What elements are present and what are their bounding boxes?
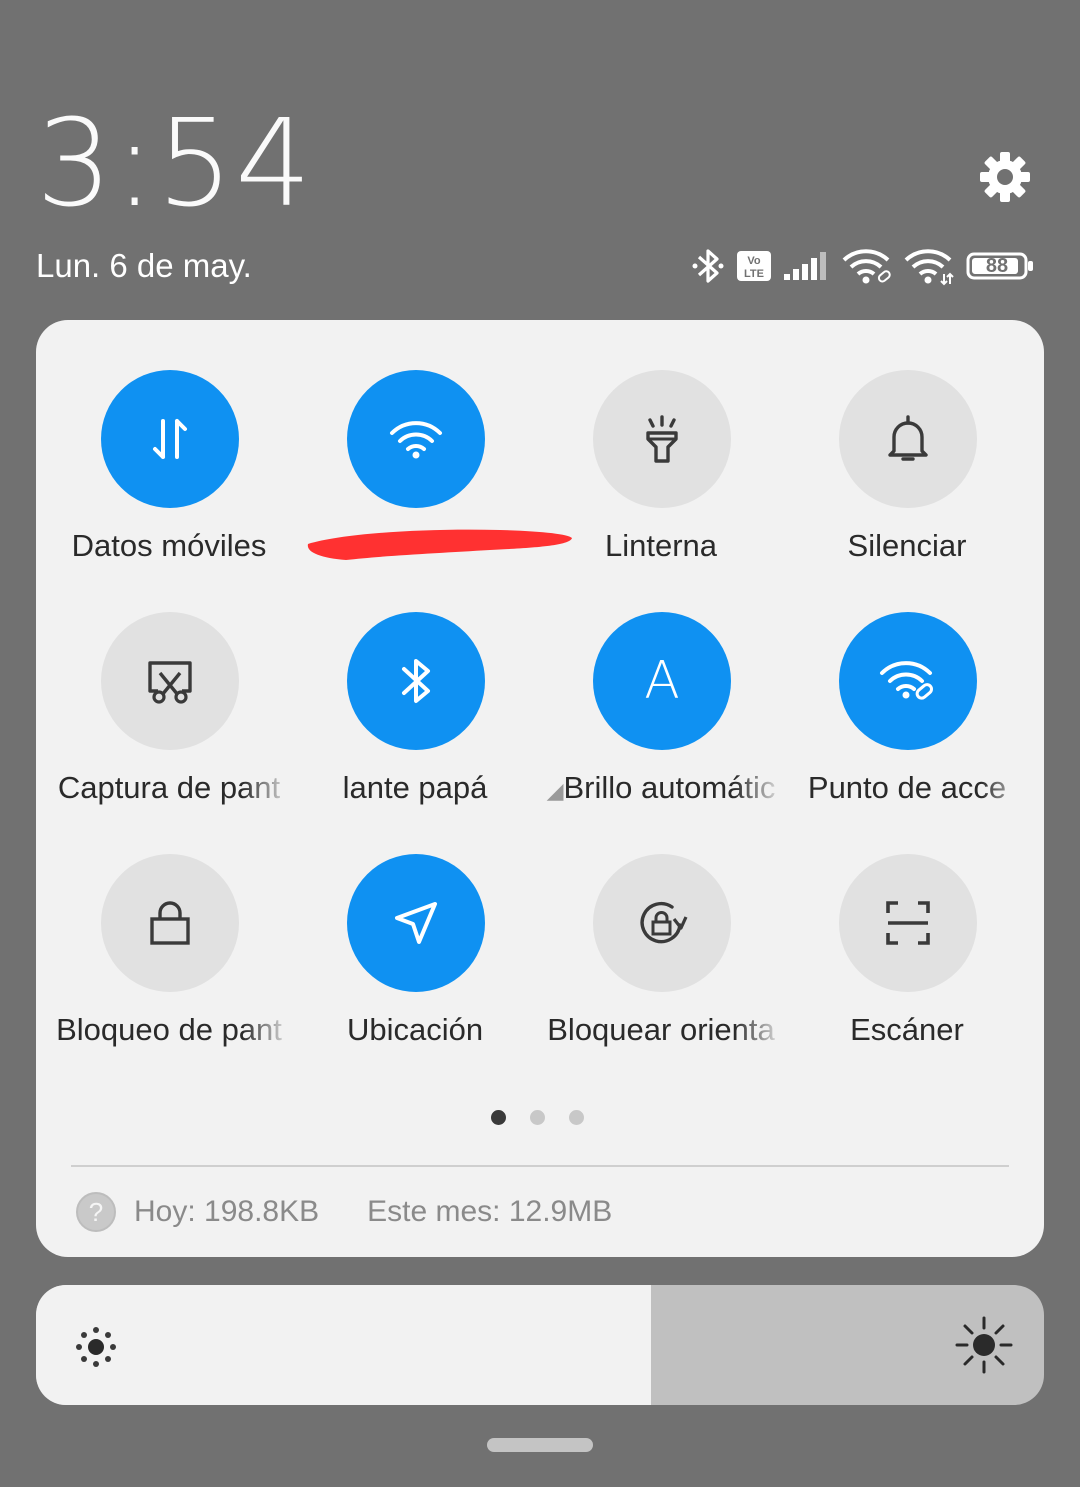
quick-settings-panel: Datos móviles Linterna Silenciar Captura…: [36, 320, 1044, 1257]
svg-text:Vo: Vo: [747, 255, 761, 267]
tile-label: ◢Brillo automátic: [538, 768, 784, 811]
help-icon: ?: [76, 1192, 116, 1232]
lock-icon[interactable]: [101, 854, 239, 992]
tile-label: Ubicación: [346, 1012, 484, 1047]
bluetooth-icon: [692, 249, 724, 283]
tile-label: Escáner: [850, 1012, 964, 1047]
wifi-link-icon: [842, 249, 891, 284]
tile-label: Captura de pant: [57, 770, 281, 805]
wifi-icon: [904, 249, 954, 286]
tile-bluetooth[interactable]: lante papá: [292, 612, 538, 822]
tile-label: Bloqueo de pant: [56, 1012, 282, 1047]
usage-month: Este mes: 12.9MB: [367, 1195, 613, 1228]
tile-screenshot[interactable]: Captura de pant: [46, 612, 292, 822]
mobile-data-icon[interactable]: [101, 370, 239, 508]
battery-icon: 88: [966, 252, 1033, 280]
tile-label: Bloquear orienta: [547, 1012, 775, 1047]
brightness-high-icon: [955, 1316, 1013, 1374]
date-label: Lun. 6 de may.: [36, 247, 252, 284]
signal-icon: [784, 252, 826, 280]
triangle-icon: ◢: [546, 778, 564, 803]
tile-location[interactable]: Ubicación: [292, 854, 538, 1064]
tile-label: Silenciar: [847, 528, 967, 563]
drag-handle[interactable]: [487, 1438, 593, 1452]
redaction-mark: [307, 529, 572, 560]
battery-level: 88: [985, 255, 1009, 277]
tile-label: lante papá: [342, 770, 488, 805]
tile-label: Punto de acce: [807, 770, 1007, 805]
bell-icon[interactable]: [839, 370, 977, 508]
divider: [71, 1165, 1009, 1167]
tile-label-text: Brillo automátic: [563, 770, 776, 805]
bluetooth-icon[interactable]: [347, 612, 485, 750]
tile-scanner[interactable]: Escáner: [784, 854, 1030, 1064]
page-dot[interactable]: [569, 1110, 584, 1125]
wifi-icon[interactable]: [347, 370, 485, 508]
hotspot-icon[interactable]: [839, 612, 977, 750]
svg-text:LTE: LTE: [744, 268, 764, 280]
tile-auto-brightness[interactable]: A ◢Brillo automátic: [538, 612, 784, 822]
tile-rotation-lock[interactable]: Bloquear orienta: [538, 854, 784, 1064]
brightness-fill: [36, 1285, 651, 1405]
tile-mobile-data[interactable]: Datos móviles: [46, 370, 292, 580]
page-indicator: [491, 1110, 584, 1125]
screenshot-icon[interactable]: [101, 612, 239, 750]
tile-lock-screen[interactable]: Bloqueo de pant: [46, 854, 292, 1064]
volte-icon: Vo LTE: [737, 251, 771, 281]
flashlight-icon[interactable]: [593, 370, 731, 508]
page-dot[interactable]: [491, 1110, 506, 1125]
auto-brightness-glyph: A: [644, 651, 680, 711]
usage-today: Hoy: 198.8KB: [134, 1195, 320, 1228]
brightness-low-icon: [76, 1327, 116, 1367]
location-icon[interactable]: [347, 854, 485, 992]
clock-time: 3:54: [36, 95, 314, 234]
tile-label: Datos móviles: [71, 528, 267, 563]
data-usage[interactable]: ? Hoy: 198.8KB Este mes: 12.9MB: [76, 1190, 612, 1234]
tile-silence[interactable]: Silenciar: [784, 370, 1030, 580]
rotation-lock-icon[interactable]: [593, 854, 731, 992]
brightness-slider[interactable]: [36, 1285, 1044, 1405]
tile-hotspot[interactable]: Punto de acce: [784, 612, 1030, 822]
auto-brightness-icon[interactable]: A: [593, 612, 731, 750]
status-icons: Vo LTE 88: [690, 244, 1033, 288]
page-dot[interactable]: [530, 1110, 545, 1125]
settings-gear-icon[interactable]: [978, 150, 1032, 204]
scanner-icon[interactable]: [839, 854, 977, 992]
